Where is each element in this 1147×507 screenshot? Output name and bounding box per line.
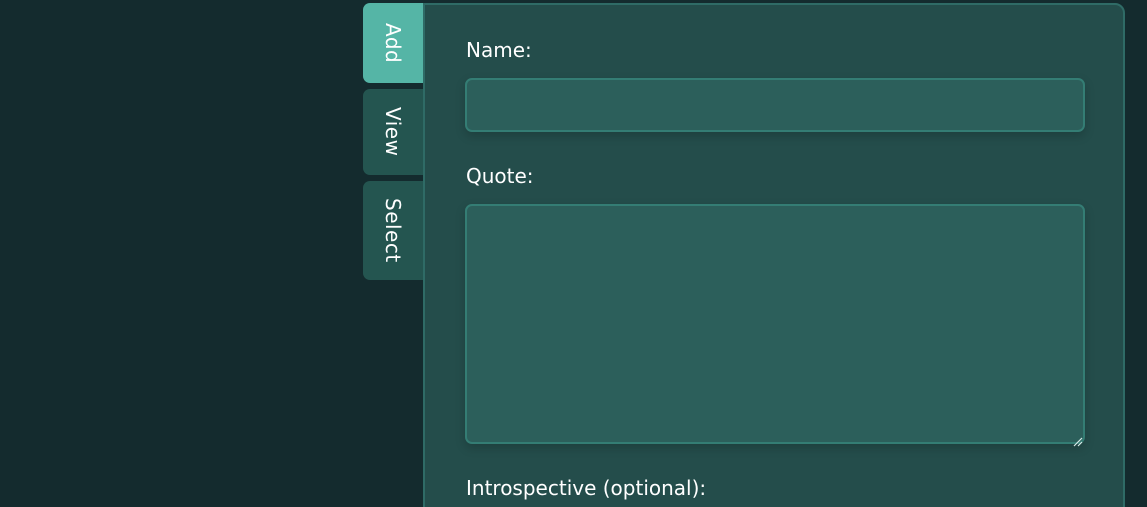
tab-select-label: Select [381, 198, 405, 263]
tab-add-label: Add [381, 22, 405, 64]
introspective-label: Introspective (optional): [466, 476, 707, 500]
app-stage: Add View Select Name: Quote: Introspecti… [0, 0, 1147, 507]
tab-view[interactable]: View [363, 89, 423, 175]
tab-add[interactable]: Add [363, 3, 423, 83]
tab-select[interactable]: Select [363, 181, 423, 280]
tab-view-label: View [381, 107, 405, 157]
quote-label: Quote: [466, 164, 534, 188]
add-form-panel: Name: Quote: Introspective (optional): [423, 3, 1125, 507]
quote-textarea[interactable] [465, 204, 1085, 444]
name-input[interactable] [465, 78, 1085, 132]
name-label: Name: [466, 38, 532, 62]
